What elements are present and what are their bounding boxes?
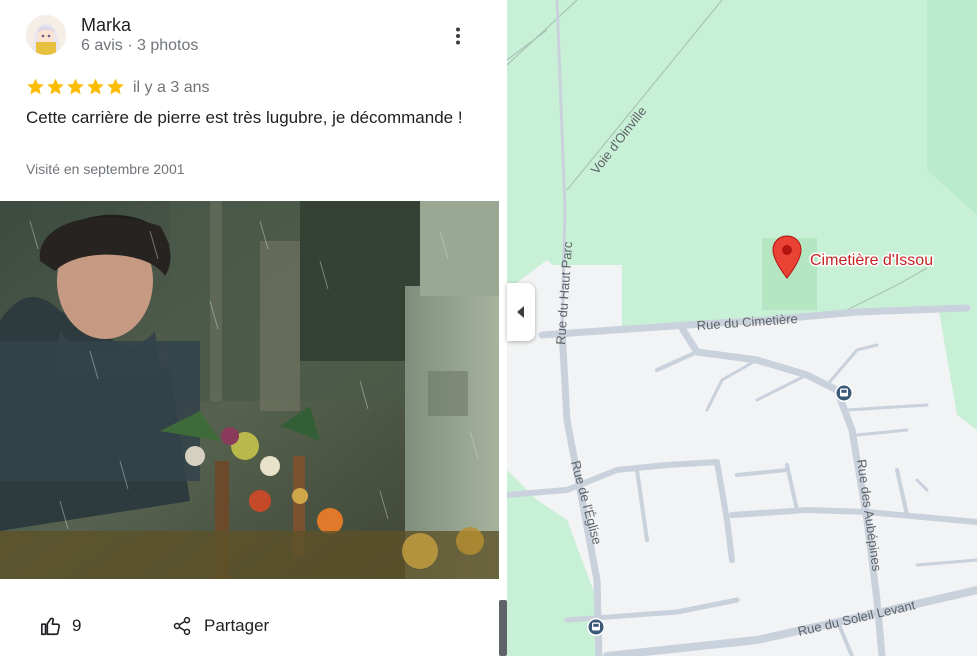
panel-scrollbar[interactable]: [499, 0, 507, 656]
scrollbar-thumb[interactable]: [499, 600, 507, 656]
visited-date: Visité en septembre 2001: [26, 161, 185, 177]
star-icon: [87, 78, 104, 95]
star-icon: [67, 78, 84, 95]
place-label[interactable]: Cimetière d'Issou: [809, 251, 935, 271]
thumb-up-icon: [41, 617, 60, 636]
share-label: Partager: [204, 616, 270, 635]
author-meta: 6 avis · 3 photos: [81, 37, 199, 54]
bus-stop-icon[interactable]: [835, 384, 853, 402]
share-icon: [173, 616, 191, 636]
like-button[interactable]: 9: [40, 612, 81, 640]
star-icon: [47, 78, 64, 95]
collapse-panel-button[interactable]: [507, 283, 535, 341]
review-date: il y a 3 ans: [133, 79, 210, 96]
review-photo[interactable]: [0, 201, 499, 579]
rating-stars: [26, 77, 125, 97]
review-panel: Marka 6 avis · 3 photos il y a 3 ans Cet…: [0, 0, 499, 656]
review-actions: 9 Partager: [0, 600, 499, 656]
star-icon: [107, 78, 124, 95]
share-button[interactable]: Partager: [172, 612, 269, 640]
star-icon: [27, 78, 44, 95]
more-options-button[interactable]: [446, 24, 470, 48]
map-view[interactable]: Voie d'Oinville Rue du Haut Parc Rue du …: [507, 0, 977, 656]
bus-stop-icon[interactable]: [587, 618, 605, 636]
author-name[interactable]: Marka: [81, 15, 131, 36]
like-count: 9: [72, 616, 82, 635]
review-text: Cette carrière de pierre est très lugubr…: [26, 108, 463, 127]
author-avatar[interactable]: [26, 15, 66, 55]
chevron-left-icon: [517, 306, 524, 318]
more-vert-icon: [456, 27, 460, 45]
